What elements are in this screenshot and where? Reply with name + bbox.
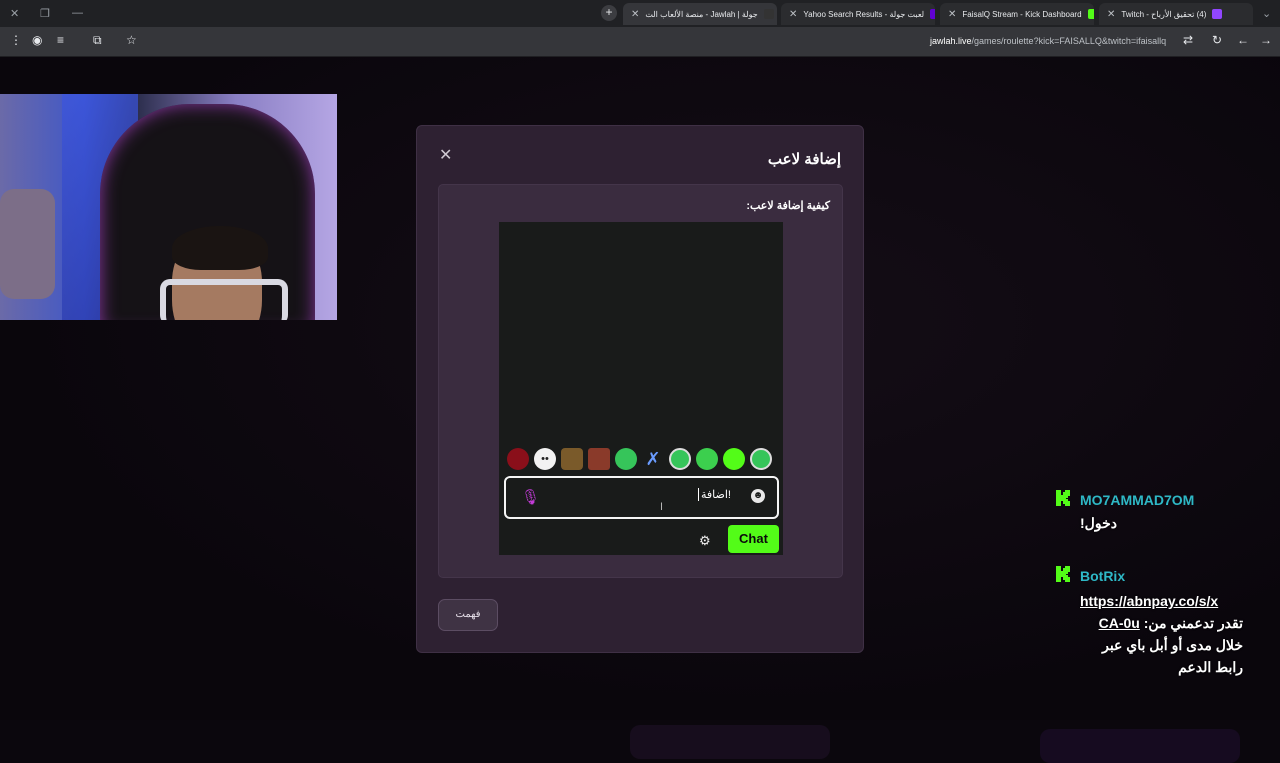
- tab-yahoo-search[interactable]: ✕ لعبت جولة - Yahoo Search Results: [781, 3, 935, 25]
- webcam-background: [0, 189, 55, 299]
- new-tab-button[interactable]: +: [601, 5, 617, 21]
- tab-title: (4) تحقيق الأرباح - Twitch: [1121, 9, 1207, 19]
- text-cursor-icon: Ⅰ: [660, 502, 663, 513]
- forward-icon[interactable]: →: [1260, 33, 1272, 47]
- profile-icon[interactable]: ◉: [32, 33, 42, 47]
- tab-kick-dashboard[interactable]: ✕ FaisalQ Stream - Kick Dashboard: [940, 3, 1094, 25]
- tab-close-icon[interactable]: ✕: [1107, 9, 1115, 20]
- close-icon[interactable]: ✕: [439, 148, 452, 164]
- tab-close-icon[interactable]: ✕: [631, 9, 639, 20]
- add-player-modal: ✕ إضافة لاعب كيفية إضافة لاعب: •• ✗ 🎙 !ا…: [416, 125, 864, 653]
- headphones: [160, 279, 288, 320]
- chat-input[interactable]: 🎙 !اضافة Ⅰ ☻: [504, 476, 779, 519]
- microphone-icon[interactable]: 🎙: [521, 488, 540, 506]
- browser-tab-strip: ✕ ❐ — + ✕ جولة | Jawlah - منصة الألعاب ا…: [0, 0, 1280, 27]
- emote-icon[interactable]: ••: [534, 448, 556, 470]
- chat-message-link: CA-0u: [1098, 615, 1140, 631]
- chat-input-text: !اضافة: [698, 488, 731, 501]
- kick-favicon-icon: [1087, 9, 1094, 19]
- window-minimize-icon[interactable]: —: [72, 7, 83, 19]
- jawlah-favicon-icon: [763, 9, 774, 19]
- tab-title: لعبت جولة - Yahoo Search Results: [803, 9, 925, 19]
- emoji-picker-icon[interactable]: ☻: [751, 489, 765, 503]
- background-button: [1040, 729, 1240, 763]
- emote-icon[interactable]: [669, 448, 691, 470]
- emote-icon[interactable]: [750, 448, 772, 470]
- kick-logo-icon: [1054, 565, 1072, 583]
- chat-message-text: تقدر تدعمني من:: [1143, 615, 1243, 631]
- kick-chat-preview: •• ✗ 🎙 !اضافة Ⅰ ☻ ⚙ Chat: [499, 222, 783, 555]
- yahoo-favicon-icon: [930, 9, 935, 19]
- kick-logo-icon: [1054, 489, 1072, 507]
- chat-message-line: تقدر تدعمني من: CA-0u: [1080, 615, 1243, 632]
- emote-icon[interactable]: [723, 448, 745, 470]
- emote-icon[interactable]: ✗: [642, 448, 664, 470]
- chat-message: دخول!: [1080, 515, 1117, 531]
- chat-username: MO7AMMAD7OM: [1080, 492, 1195, 508]
- emote-icon[interactable]: [615, 448, 637, 470]
- tab-close-icon[interactable]: ✕: [948, 9, 956, 20]
- menu-kebab-icon[interactable]: ⋮: [10, 33, 22, 47]
- modal-title: إضافة لاعب: [767, 151, 841, 168]
- chat-message-link: https://abnpay.co/s/x: [1080, 593, 1219, 609]
- tab-close-icon[interactable]: ✕: [789, 9, 797, 20]
- emote-icon[interactable]: [507, 448, 529, 470]
- window-close-icon[interactable]: ✕: [10, 7, 19, 20]
- url-host: jawlah.live: [930, 36, 972, 46]
- gear-icon[interactable]: ⚙: [699, 533, 711, 549]
- extensions-icon[interactable]: ⧉: [93, 33, 102, 48]
- site-settings-icon[interactable]: ⇄: [1183, 33, 1193, 47]
- chat-message-line: خلال مدى أو أبل باي عبر: [1102, 637, 1243, 653]
- chat-message-line: رابط الدعم: [1178, 659, 1243, 675]
- url-path: /games/roulette?kick=FAISALLQ&twitch=ifa…: [971, 36, 1167, 46]
- twitch-favicon-icon: [1212, 9, 1223, 19]
- howto-card: كيفية إضافة لاعب: •• ✗ 🎙 !اضافة Ⅰ ☻ ⚙ Ch…: [438, 184, 843, 578]
- webcam-person-hair: [172, 226, 268, 270]
- bookmark-star-icon[interactable]: ☆: [126, 33, 137, 47]
- emote-bar: •• ✗: [507, 448, 772, 470]
- howto-title: كيفية إضافة لاعب:: [746, 200, 830, 212]
- emote-icon[interactable]: [561, 448, 583, 470]
- tab-search-icon[interactable]: ⌄: [1262, 7, 1271, 20]
- reload-icon[interactable]: ↻: [1212, 33, 1222, 47]
- understood-button[interactable]: فهمت: [438, 599, 498, 631]
- tab-title: FaisalQ Stream - Kick Dashboard: [962, 9, 1082, 19]
- back-icon[interactable]: ←: [1237, 33, 1249, 47]
- tab-title: جولة | Jawlah - منصة الألعاب الت: [645, 9, 758, 19]
- background-button: [630, 725, 830, 759]
- emote-icon[interactable]: [588, 448, 610, 470]
- emote-icon[interactable]: [696, 448, 718, 470]
- tab-twitch[interactable]: ✕ (4) تحقيق الأرباح - Twitch: [1099, 3, 1253, 25]
- tab-jawlah[interactable]: ✕ جولة | Jawlah - منصة الألعاب الت: [623, 3, 777, 25]
- chat-username: BotRix: [1080, 568, 1126, 584]
- address-bar[interactable]: jawlah.live/games/roulette?kick=FAISALLQ…: [930, 36, 1166, 46]
- chat-send-button[interactable]: Chat: [728, 525, 779, 553]
- webcam-overlay: [0, 94, 337, 320]
- reading-list-icon[interactable]: ≡: [57, 33, 64, 47]
- window-restore-icon[interactable]: ❐: [40, 7, 50, 20]
- browser-toolbar: ⋮ ◉ ≡ ⧉ ☆ jawlah.live/games/roulette?kic…: [0, 27, 1280, 57]
